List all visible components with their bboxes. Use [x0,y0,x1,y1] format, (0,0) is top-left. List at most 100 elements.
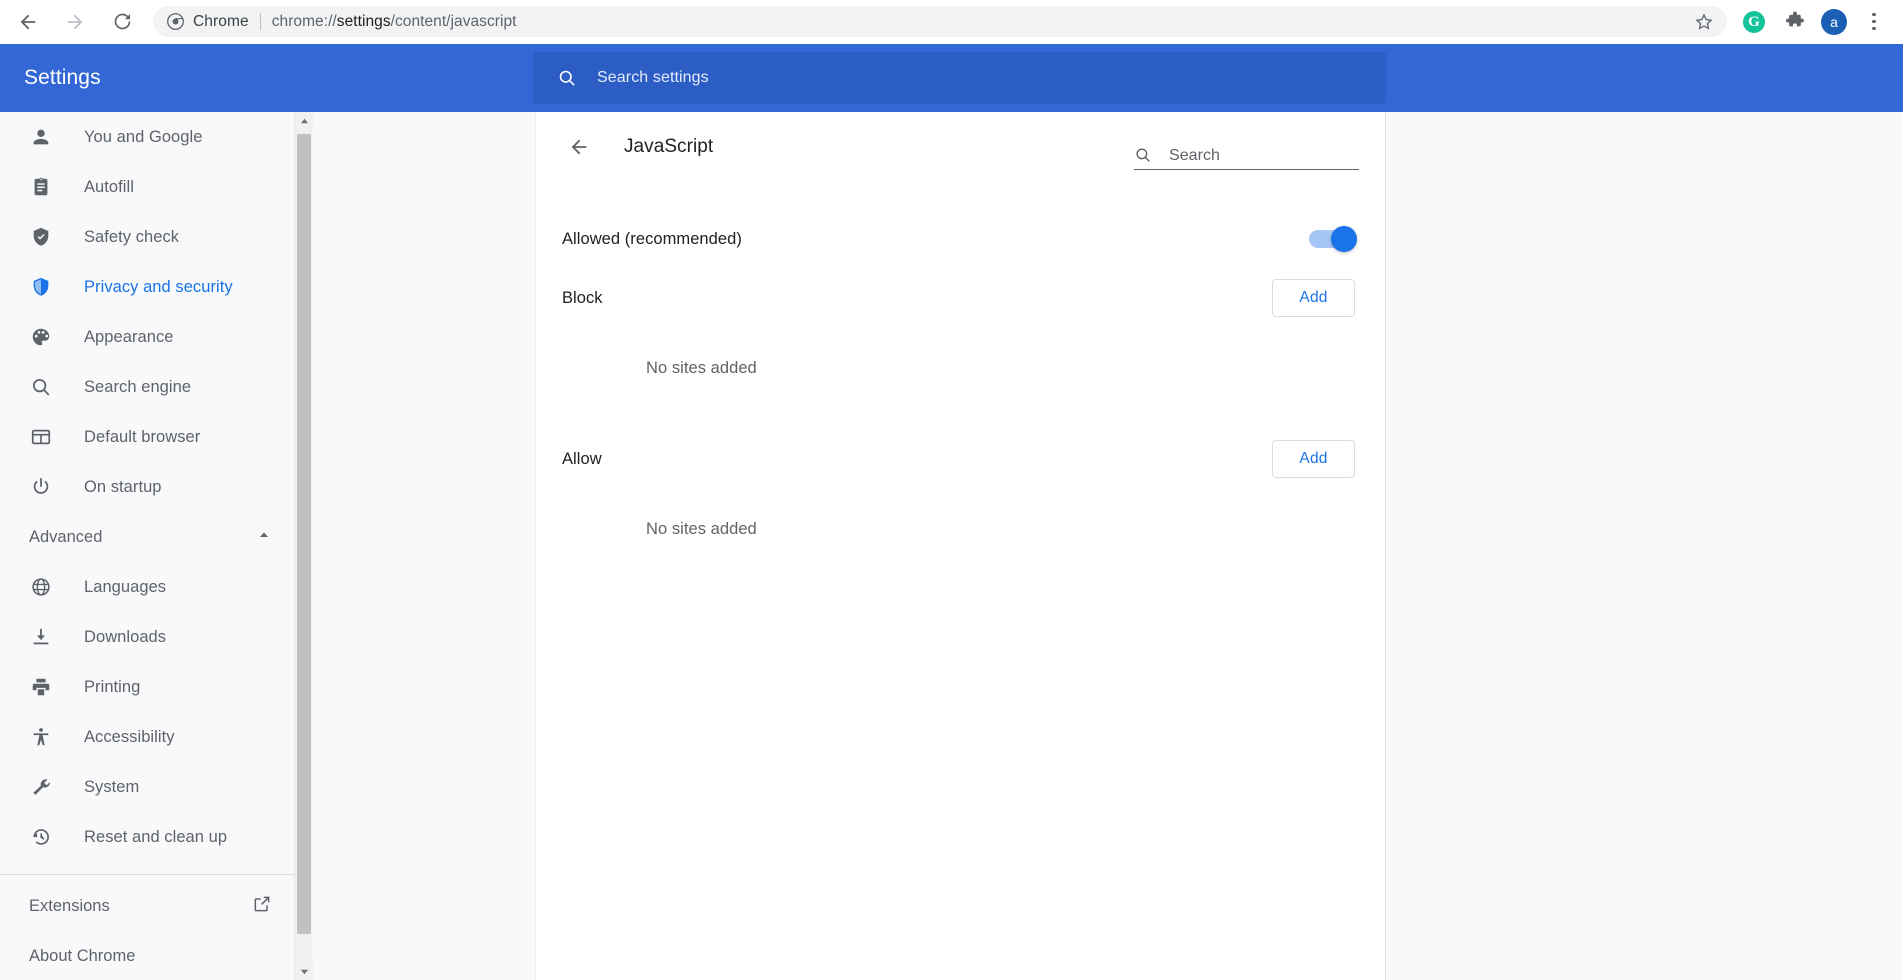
external-link-icon [252,894,272,919]
sidebar-item-accessibility[interactable]: Accessibility [0,712,296,762]
allow-empty-text: No sites added [646,520,757,538]
sidebar-item-label: Default browser [84,427,201,446]
chrome-menu-button[interactable] [1857,5,1891,39]
omnibox-url-bold: settings [336,12,391,30]
sidebar-item-you-and-google[interactable]: You and Google [0,112,296,162]
sidebar-item-label: Safety check [84,227,180,246]
address-bar[interactable]: Chrome chrome://settings/content/javascr… [153,6,1727,37]
block-add-button[interactable]: Add [1272,279,1355,317]
sidebar-item-on-startup[interactable]: On startup [0,462,296,512]
sidebar-item-search-engine[interactable]: Search engine [0,362,296,412]
back-button[interactable] [9,3,47,41]
sidebar-item-languages[interactable]: Languages [0,562,296,612]
sidebar-item-label: Accessibility [84,727,175,746]
extensions-button[interactable] [1777,5,1811,39]
omnibox-divider [259,13,261,30]
settings-search-placeholder: Search settings [597,69,709,86]
history-restore-icon [29,825,53,849]
accessibility-icon [29,725,53,749]
magnifier-icon [29,375,53,399]
sidebar-item-label: Reset and clean up [84,827,228,846]
sidebar-item-label: Privacy and security [84,277,233,296]
puzzle-piece-icon [1784,9,1805,35]
power-icon [29,475,53,499]
allow-section-header: Allow Add [562,428,1355,490]
allowed-toggle-row[interactable]: Allowed (recommended) [536,211,1385,267]
content-title: JavaScript [624,136,714,157]
reload-button[interactable] [103,3,141,41]
content-search-placeholder: Search [1169,147,1220,164]
sidebar-item-about-chrome[interactable]: About Chrome [0,931,296,980]
settings-search-box[interactable]: Search settings [533,52,1386,104]
scrollbar-thumb[interactable] [297,134,311,934]
sidebar-item-safety-check[interactable]: Safety check [0,212,296,262]
person-icon [29,125,53,149]
sidebar-item-printing[interactable]: Printing [0,662,296,712]
forward-button[interactable] [56,3,94,41]
settings-sidebar: You and Google Autofill Safety check Pri… [0,112,296,980]
scroll-down-arrow-icon[interactable] [295,962,313,980]
page-title: Settings [24,66,101,89]
sidebar-item-system[interactable]: System [0,762,296,812]
sidebar-item-autofill[interactable]: Autofill [0,162,296,212]
three-dot-menu-icon [1872,12,1876,31]
allowed-label: Allowed (recommended) [562,229,742,248]
omnibox-url-prefix: chrome:// [271,12,337,30]
palette-icon [29,325,53,349]
sidebar-item-label: Languages [84,577,167,596]
bookmark-star-icon[interactable] [1691,9,1717,35]
toggle-knob [1331,226,1357,252]
sidebar-item-reset-and-clean-up[interactable]: Reset and clean up [0,812,296,862]
reload-icon [112,11,133,32]
sidebar-item-label: Printing [84,677,141,696]
block-empty-text: No sites added [646,359,757,377]
block-section: Block Add No sites added [536,267,1385,378]
omnibox-scheme-label: Chrome [193,12,249,30]
clipboard-icon [29,175,53,199]
browser-toolbar: Chrome chrome://settings/content/javascr… [0,0,1903,44]
sidebar-item-label: Extensions [29,896,110,915]
javascript-settings-panel: JavaScript Search Allowed (recommended) … [535,112,1386,980]
sidebar-item-downloads[interactable]: Downloads [0,612,296,662]
chevron-up-icon[interactable] [256,527,272,548]
sidebar-section-label: Advanced [29,527,103,546]
sidebar-item-label: You and Google [84,127,203,146]
download-icon [29,625,53,649]
allow-section-title: Allow [562,449,602,468]
browser-window-icon [29,425,53,449]
shield-check-icon [29,225,53,249]
content-search-input[interactable]: Search [1134,146,1359,170]
back-arrow-icon [17,11,39,33]
sidebar-divider [0,874,296,875]
grammarly-extension-button[interactable]: G [1737,5,1771,39]
sidebar-item-privacy-and-security[interactable]: Privacy and security [0,262,296,312]
settings-header: Settings Search settings [0,44,1903,112]
profile-avatar-icon: a [1821,8,1847,35]
sidebar-scrollbar[interactable] [294,112,313,980]
chrome-logo-icon [167,13,184,30]
back-arrow-icon[interactable] [566,134,592,160]
content-header: JavaScript Search [536,112,1385,182]
sidebar-item-appearance[interactable]: Appearance [0,312,296,362]
sidebar-item-label: On startup [84,477,162,496]
wrench-icon [29,775,53,799]
search-icon [557,68,577,88]
sidebar-item-extensions[interactable]: Extensions [0,881,296,931]
grammarly-extension-icon: G [1743,10,1765,33]
globe-icon [29,575,53,599]
scroll-up-arrow-icon[interactable] [295,112,313,130]
sidebar-item-default-browser[interactable]: Default browser [0,412,296,462]
sidebar-item-label: Autofill [84,177,134,196]
forward-arrow-icon [64,11,86,33]
shield-icon [29,275,53,299]
sidebar-item-label: Search engine [84,377,192,396]
printer-icon [29,675,53,699]
omnibox-url: chrome://settings/content/javascript [272,13,517,31]
sidebar-section-advanced[interactable]: Advanced [0,512,296,562]
profile-button[interactable]: a [1817,5,1851,39]
block-section-header: Block Add [562,267,1355,329]
omnibox-url-suffix: /content/javascript [390,12,517,30]
javascript-allowed-toggle[interactable] [1309,226,1357,252]
sidebar-item-label: Appearance [84,327,174,346]
allow-add-button[interactable]: Add [1272,440,1355,478]
